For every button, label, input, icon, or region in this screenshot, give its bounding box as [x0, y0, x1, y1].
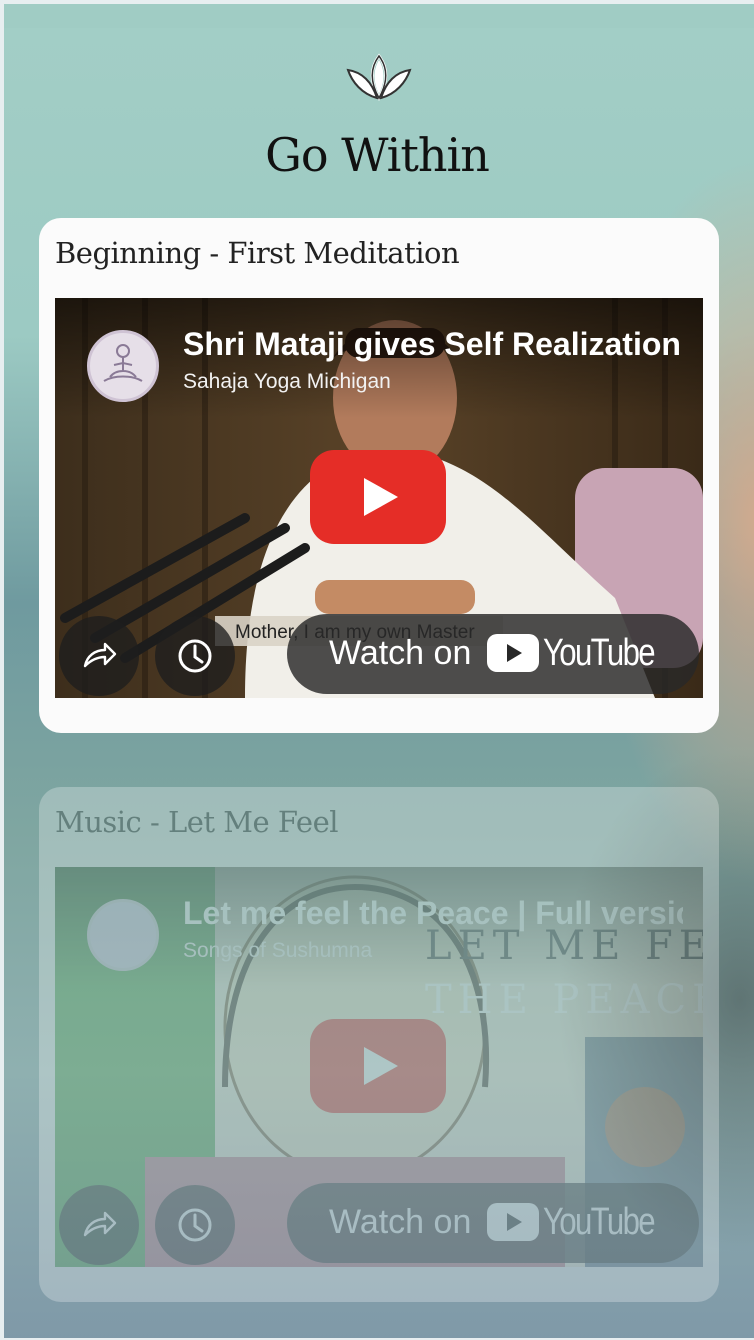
youtube-logo-icon: [487, 634, 539, 672]
share-icon: [83, 1211, 117, 1237]
thumbnail-text-line1: LET ME FEEL: [425, 923, 703, 969]
thumbnail-text-line2: THE PEACE: [425, 977, 703, 1023]
watch-on-label: Watch on: [329, 1203, 472, 1241]
watch-on-youtube-button[interactable]: Watch on YouTube: [287, 1183, 699, 1263]
youtube-wordmark: YouTube: [543, 632, 656, 674]
share-button[interactable]: [59, 616, 139, 696]
channel-avatar[interactable]: [87, 899, 159, 971]
video-title[interactable]: Shri Mataji gives Self Realization: [183, 326, 683, 366]
card-title: Beginning - First Meditation: [55, 236, 460, 270]
channel-name[interactable]: Songs of Sushumna: [183, 939, 372, 963]
app-title: Go Within: [265, 128, 490, 182]
video-card-music: Music - Let Me Feel Let me feel the Peac…: [39, 787, 719, 1302]
youtube-embed[interactable]: Shri Mataji gives Self Realization Sahaj…: [55, 298, 703, 698]
share-icon: [83, 642, 117, 668]
watch-later-button[interactable]: [155, 616, 235, 696]
watch-on-youtube-button[interactable]: Watch on YouTube: [287, 614, 699, 694]
lotus-icon: [346, 53, 412, 102]
share-button[interactable]: [59, 1185, 139, 1265]
channel-name[interactable]: Sahaja Yoga Michigan: [183, 370, 391, 394]
window-frame-left: [0, 0, 4, 1340]
video-card-beginning: Beginning - First Meditation Shri Mataji…: [39, 218, 719, 733]
watch-later-button[interactable]: [155, 1185, 235, 1265]
status-strip: [4, 4, 754, 28]
play-icon[interactable]: [310, 1019, 446, 1113]
clock-icon: [178, 639, 212, 673]
watch-on-label: Watch on: [329, 634, 472, 672]
youtube-wordmark: YouTube: [543, 1201, 656, 1243]
youtube-logo-icon: [487, 1203, 539, 1241]
clock-icon: [178, 1208, 212, 1242]
meditation-icon: [103, 344, 143, 382]
card-title: Music - Let Me Feel: [55, 805, 339, 839]
channel-avatar[interactable]: [87, 330, 159, 402]
youtube-embed[interactable]: Let me feel the Peace | Full version Son…: [55, 867, 703, 1267]
play-icon[interactable]: [310, 450, 446, 544]
